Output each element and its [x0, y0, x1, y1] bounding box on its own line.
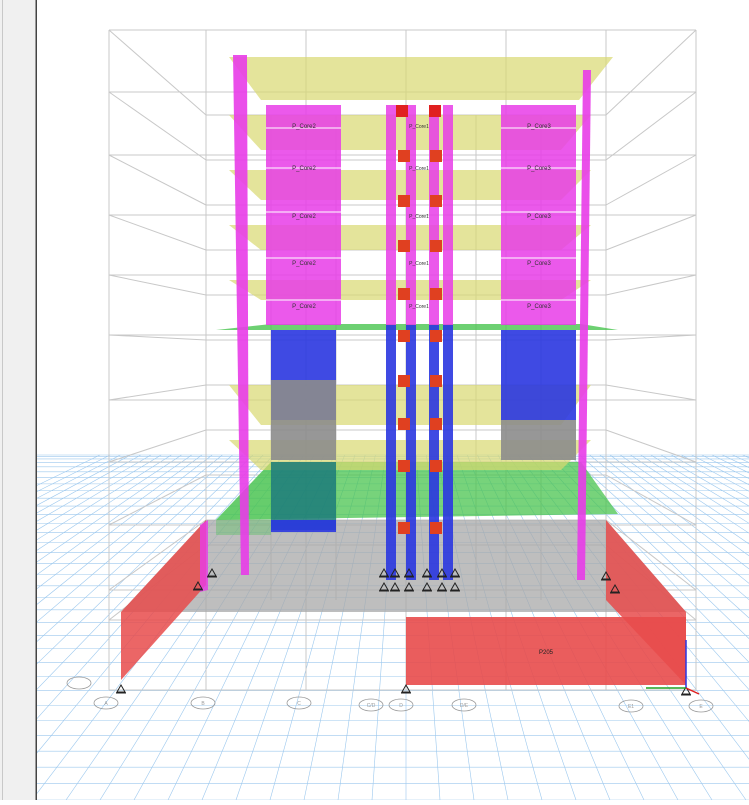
coupling-beam[interactable] — [398, 418, 410, 430]
pier-label: P_Core3 — [527, 261, 551, 267]
grid-bubble-label: E1 — [628, 704, 634, 710]
ground-grid-line — [0, 454, 192, 588]
pier-label: P_Core2 — [292, 166, 316, 172]
frame-beam — [108, 154, 207, 206]
3d-model-viewport[interactable]: P205 P_Core2 P_Core2 P_Core2 P_Core2 P_Core2 P… — [0, 0, 749, 801]
core-left-gray[interactable] — [271, 420, 336, 460]
coupling-beam[interactable] — [430, 288, 442, 300]
central-core-column[interactable] — [406, 325, 416, 580]
core-right-gray[interactable] — [501, 420, 576, 460]
frame-beam — [108, 214, 207, 251]
pier-label: P_Core1 — [409, 166, 429, 172]
floor-slab[interactable] — [229, 57, 613, 100]
coupling-beam[interactable] — [430, 522, 442, 534]
ground-grid-line — [0, 454, 101, 504]
frame-beam — [108, 384, 207, 401]
pier-label: P_Core3 — [527, 304, 551, 310]
model-canvas[interactable]: P205 P_Core2 P_Core2 P_Core2 P_Core2 P_Core2 P… — [0, 0, 749, 801]
ground-grid-line — [742, 454, 749, 459]
coupling-beam[interactable] — [430, 375, 442, 387]
pier-label: P_Core3 — [527, 214, 551, 220]
coupling-beam[interactable] — [398, 288, 410, 300]
core-right-blue[interactable] — [501, 380, 576, 420]
frame-beam — [605, 154, 697, 206]
core-left-base[interactable] — [271, 520, 336, 532]
pier-label: P_Core1 — [409, 214, 429, 220]
central-core-column[interactable] — [443, 105, 453, 325]
coupling-beam[interactable] — [398, 460, 410, 472]
frame-beam — [605, 214, 697, 251]
grid-bubble-label: A — [104, 701, 108, 707]
coupling-beam[interactable] — [398, 150, 410, 162]
wall-label: P205 — [539, 650, 554, 656]
frame-beam — [605, 384, 697, 401]
coupling-beam[interactable] — [430, 240, 442, 252]
ground-grid-line — [0, 454, 121, 518]
pier-label: P_Core2 — [292, 124, 316, 130]
coupling-beam[interactable] — [430, 195, 442, 207]
model-explorer-panel[interactable] — [0, 0, 36, 800]
grid-bubble-label: B — [201, 701, 205, 707]
central-core-column[interactable] — [386, 325, 396, 580]
frame-beam — [108, 274, 207, 296]
etabs-window: P205 P_Core2 P_Core2 P_Core2 P_Core2 P_Core2 P… — [0, 0, 749, 801]
pier-label: P_Core1 — [409, 304, 429, 310]
frame-beam — [605, 429, 697, 463]
coupling-beam[interactable] — [429, 105, 441, 117]
frame-beam — [108, 334, 207, 341]
central-core-column[interactable] — [443, 325, 453, 580]
pier-label: P_Core2 — [292, 304, 316, 310]
coupling-beam[interactable] — [430, 418, 442, 430]
coupling-beam[interactable] — [398, 195, 410, 207]
grid-bubble-label: D/E — [460, 703, 469, 709]
core-left-gray[interactable] — [271, 380, 336, 420]
grid-bubble-label: C — [297, 701, 301, 707]
frame-beam — [605, 474, 697, 526]
pier-label: P_Core3 — [527, 124, 551, 130]
ground-grid-line — [711, 454, 749, 474]
pier-label: P_Core1 — [409, 124, 429, 130]
ground-grid-line — [722, 454, 749, 468]
grid-bubble-label: D — [399, 703, 403, 709]
coupling-beam[interactable] — [398, 375, 410, 387]
coupling-beam[interactable] — [398, 240, 410, 252]
core-right-blue[interactable] — [501, 330, 576, 380]
panel-border — [2, 0, 3, 800]
central-core-column[interactable] — [386, 105, 396, 325]
pier-label: P_Core1 — [409, 261, 429, 267]
coupling-beam[interactable] — [398, 522, 410, 534]
pier-wall-left-low[interactable] — [200, 520, 208, 592]
frame-beam — [605, 274, 697, 296]
grid-bubble-label: E — [699, 704, 703, 710]
coupling-beam[interactable] — [398, 330, 410, 342]
pier-label: P_Core2 — [292, 214, 316, 220]
coupling-beam[interactable] — [430, 330, 442, 342]
coupling-beam[interactable] — [430, 460, 442, 472]
core-left-teal[interactable] — [271, 462, 336, 530]
pier-label: P_Core3 — [527, 166, 551, 172]
frame-beam — [605, 334, 697, 341]
grid-bubble[interactable] — [66, 676, 92, 690]
central-core-column[interactable] — [429, 325, 439, 580]
coupling-beam[interactable] — [396, 105, 408, 117]
frame-beam — [108, 474, 207, 526]
coupling-beam[interactable] — [430, 150, 442, 162]
grid-bubble-label: C/D — [367, 703, 376, 709]
pier-label: P_Core2 — [292, 261, 316, 267]
